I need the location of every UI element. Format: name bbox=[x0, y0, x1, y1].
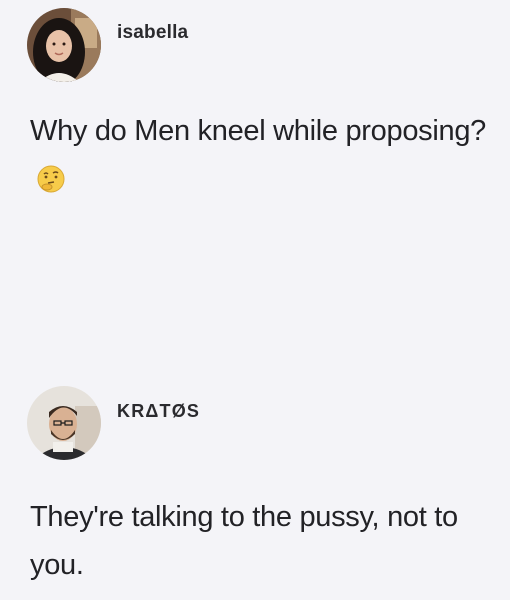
message-text: They're talking to the pussy, not to you… bbox=[30, 501, 458, 581]
username[interactable]: isabella bbox=[117, 22, 188, 44]
username[interactable]: KRΔTØS bbox=[117, 401, 200, 422]
avatar-image bbox=[27, 8, 101, 82]
message-text: Why do Men kneel while proposing? bbox=[30, 107, 490, 203]
avatar[interactable] bbox=[27, 386, 101, 460]
thinking-face-icon bbox=[36, 161, 66, 193]
post-header: isabella bbox=[0, 0, 510, 90]
message-body: Why do Men kneel while proposing? bbox=[30, 115, 486, 147]
post-header: KRΔTØS bbox=[0, 378, 510, 468]
post-isabella: isabella Why do Men kneel while proposin… bbox=[0, 0, 510, 193]
post-kratos: KRΔTØS They're talking to the pussy, not… bbox=[0, 378, 510, 581]
avatar-image bbox=[27, 386, 101, 460]
avatar[interactable] bbox=[27, 8, 101, 82]
